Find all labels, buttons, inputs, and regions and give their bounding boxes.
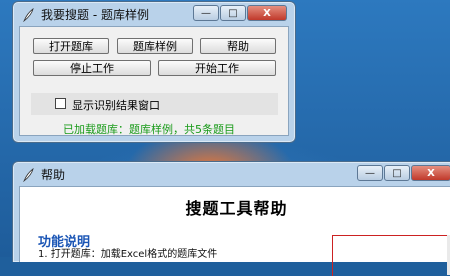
open-bank-button[interactable]: 打开题库 <box>33 38 109 54</box>
status-text: 已加载题库：题库样例，共5条题目 <box>63 123 235 136</box>
help-button[interactable]: 帮助 <box>200 38 276 54</box>
red-frame <box>332 235 450 276</box>
show-result-label[interactable]: 显示识别结果窗口 <box>72 97 160 113</box>
bank-sample-button[interactable]: 题库样例 <box>117 38 193 54</box>
stop-work-button[interactable]: 停止工作 <box>33 60 151 76</box>
help-minimize-button[interactable]: — <box>357 165 383 181</box>
options-panel: 显示识别结果窗口 <box>31 93 278 115</box>
main-window-client: 打开题库 题库样例 帮助 停止工作 开始工作 显示识别结果窗口 已加载题库：题库… <box>19 26 289 136</box>
maximize-button[interactable]: □ <box>220 5 246 21</box>
help-maximize-button[interactable]: □ <box>384 165 410 181</box>
minimize-button[interactable]: — <box>193 5 219 21</box>
main-window: 我要搜题 - 题库样例 — □ X 打开题库 题库样例 帮助 停止工作 开始工作… <box>12 1 296 143</box>
close-button[interactable]: X <box>247 5 287 21</box>
help-window-title: 帮助 <box>41 167 66 182</box>
main-window-title: 我要搜题 - 题库样例 <box>41 7 149 22</box>
help-window-titlebar[interactable]: 帮助 — □ X <box>13 162 450 186</box>
help-content: 搜题工具帮助 功能说明 1. 打开题库：加载Excel格式的题库文件 <box>19 186 450 276</box>
help-close-button[interactable]: X <box>411 165 450 181</box>
main-window-titlebar[interactable]: 我要搜题 - 题库样例 — □ X <box>13 2 295 26</box>
feather-icon <box>21 167 35 183</box>
help-heading: 搜题工具帮助 <box>185 199 288 218</box>
start-work-button[interactable]: 开始工作 <box>158 60 276 76</box>
help-window: 帮助 — □ X 搜题工具帮助 功能说明 1. 打开题库：加载Excel格式的题… <box>12 161 450 276</box>
feather-icon <box>21 7 35 23</box>
help-line-1: 1. 打开题库：加载Excel格式的题库文件 <box>38 249 218 260</box>
show-result-checkbox[interactable] <box>55 98 66 109</box>
